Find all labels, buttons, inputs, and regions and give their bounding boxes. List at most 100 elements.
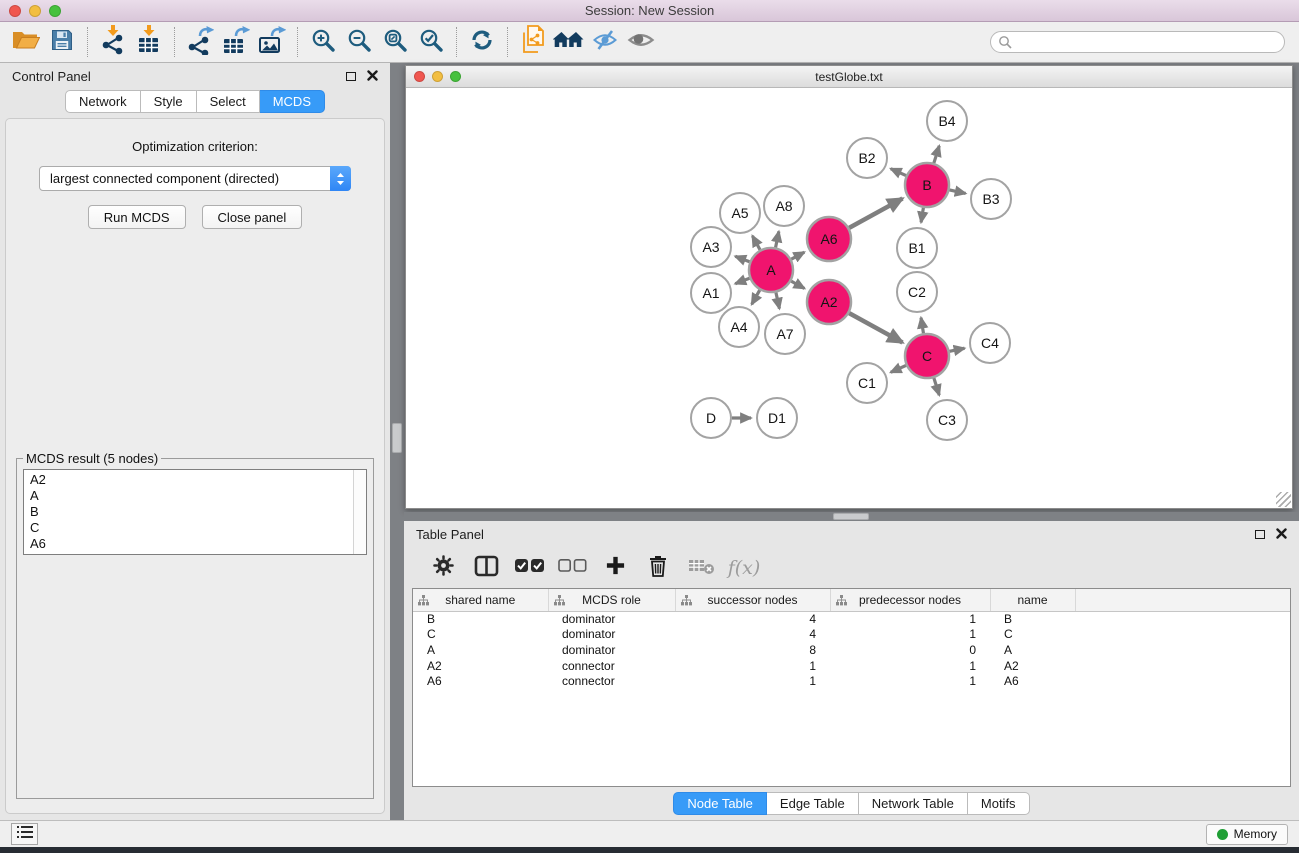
close-window-button[interactable] (9, 5, 21, 17)
result-item[interactable]: B (30, 504, 350, 520)
cell[interactable]: 4 (675, 627, 830, 643)
cell[interactable]: 4 (675, 611, 830, 627)
edge-A-A8[interactable] (776, 231, 779, 247)
table-tab-network-table[interactable]: Network Table (859, 792, 968, 815)
node-B3[interactable]: B3 (971, 179, 1011, 219)
node-C2[interactable]: C2 (897, 272, 937, 312)
result-item[interactable]: C (30, 520, 350, 536)
column-header-name[interactable]: name (990, 589, 1075, 611)
show-panels-button[interactable] (623, 25, 659, 59)
edge-A-A3[interactable] (735, 256, 749, 261)
node-A6[interactable]: A6 (807, 217, 851, 261)
cell[interactable]: dominator (548, 627, 675, 643)
refresh-button[interactable] (464, 25, 500, 59)
tab-style[interactable]: Style (141, 90, 197, 113)
network-maximize-button[interactable] (450, 71, 461, 82)
node-C1[interactable]: C1 (847, 363, 887, 403)
edge-B-B4[interactable] (934, 146, 939, 163)
cell[interactable]: 8 (675, 642, 830, 658)
minimize-window-button[interactable] (29, 5, 41, 17)
table-close-panel-icon[interactable] (1276, 527, 1287, 542)
edge-A-A1[interactable] (735, 278, 749, 283)
edge-B-B3[interactable] (949, 190, 965, 194)
cell[interactable]: B (413, 611, 548, 627)
node-B1[interactable]: B1 (897, 228, 937, 268)
vertical-splitter-grip[interactable] (392, 423, 402, 453)
task-history-button[interactable] (11, 823, 38, 845)
zoom-out-button[interactable] (341, 25, 377, 59)
add-row-button[interactable] (602, 553, 628, 583)
cell[interactable]: 1 (830, 611, 990, 627)
cell[interactable]: 1 (830, 627, 990, 643)
network-close-button[interactable] (414, 71, 425, 82)
open-file-button[interactable] (8, 25, 44, 59)
memory-button[interactable]: Memory (1206, 824, 1288, 845)
close-panel-icon[interactable] (367, 69, 378, 84)
column-header-successor-nodes[interactable]: successor nodes (675, 589, 830, 611)
table-tab-node-table[interactable]: Node Table (673, 792, 767, 815)
node-D1[interactable]: D1 (757, 398, 797, 438)
network-canvas[interactable]: B4B2BB3B1A6A5A8A3AA1A2A4A7C2C4CC1C3DD1 (406, 88, 1292, 508)
import-table-button[interactable] (131, 25, 167, 59)
node-C[interactable]: C (905, 334, 949, 378)
cell[interactable]: 1 (830, 673, 990, 689)
cell[interactable]: A6 (990, 673, 1075, 689)
cell[interactable]: connector (548, 673, 675, 689)
node-A5[interactable]: A5 (720, 193, 760, 233)
edge-A-A6[interactable] (791, 252, 804, 259)
cell[interactable]: B (990, 611, 1075, 627)
cell[interactable]: 0 (830, 642, 990, 658)
table-row[interactable]: A2connector11A2 (413, 658, 1290, 674)
column-header-shared-name[interactable]: shared name (413, 589, 548, 611)
mcds-result-list[interactable]: A2ABCA6 (23, 469, 367, 555)
edge-B-B2[interactable] (891, 169, 906, 176)
horizontal-splitter[interactable] (404, 512, 1299, 521)
node-table[interactable]: shared nameMCDS rolesuccessor nodesprede… (413, 589, 1290, 689)
table-row[interactable]: A6connector11A6 (413, 673, 1290, 689)
edge-B-B1[interactable] (921, 208, 923, 223)
edge-A-A4[interactable] (752, 290, 760, 304)
node-A8[interactable]: A8 (764, 186, 804, 226)
cell[interactable]: dominator (548, 642, 675, 658)
zoom-fit-button[interactable] (377, 25, 413, 59)
home-button[interactable] (551, 25, 587, 59)
float-panel-icon[interactable] (346, 72, 356, 81)
export-image-button[interactable] (254, 25, 290, 59)
import-network-button[interactable] (95, 25, 131, 59)
column-header-MCDS-role[interactable]: MCDS role (548, 589, 675, 611)
result-item[interactable]: A (30, 488, 350, 504)
columns-button[interactable] (473, 553, 499, 583)
run-mcds-button[interactable]: Run MCDS (88, 205, 186, 229)
edge-A-A5[interactable] (752, 236, 760, 250)
column-header-predecessor-nodes[interactable]: predecessor nodes (830, 589, 990, 611)
cell[interactable]: A2 (413, 658, 548, 674)
select-all-button[interactable] (516, 553, 542, 583)
edge-A2-C[interactable] (849, 313, 902, 342)
export-table-button[interactable] (218, 25, 254, 59)
zoom-in-button[interactable] (305, 25, 341, 59)
table-row[interactable]: Cdominator41C (413, 627, 1290, 643)
horizontal-splitter-grip[interactable] (833, 513, 869, 520)
cell[interactable]: 1 (675, 658, 830, 674)
table-row[interactable]: Adominator80A (413, 642, 1290, 658)
edge-C-C3[interactable] (934, 378, 939, 395)
node-A2[interactable]: A2 (807, 280, 851, 324)
settings-button[interactable] (430, 553, 456, 583)
save-session-button[interactable] (44, 25, 80, 59)
node-C3[interactable]: C3 (927, 400, 967, 440)
edge-A6-B[interactable] (849, 199, 902, 228)
node-B4[interactable]: B4 (927, 101, 967, 141)
vertical-splitter[interactable] (390, 63, 404, 820)
cell[interactable]: A2 (990, 658, 1075, 674)
edge-C-C2[interactable] (921, 318, 923, 334)
cell[interactable]: A (990, 642, 1075, 658)
cell[interactable]: 1 (830, 658, 990, 674)
node-B[interactable]: B (905, 163, 949, 207)
cell[interactable]: C (413, 627, 548, 643)
cell[interactable]: A (413, 642, 548, 658)
cell[interactable]: A6 (413, 673, 548, 689)
tab-network[interactable]: Network (65, 90, 141, 113)
cell[interactable]: 1 (675, 673, 830, 689)
tab-select[interactable]: Select (197, 90, 260, 113)
table-row[interactable]: Bdominator41B (413, 611, 1290, 627)
